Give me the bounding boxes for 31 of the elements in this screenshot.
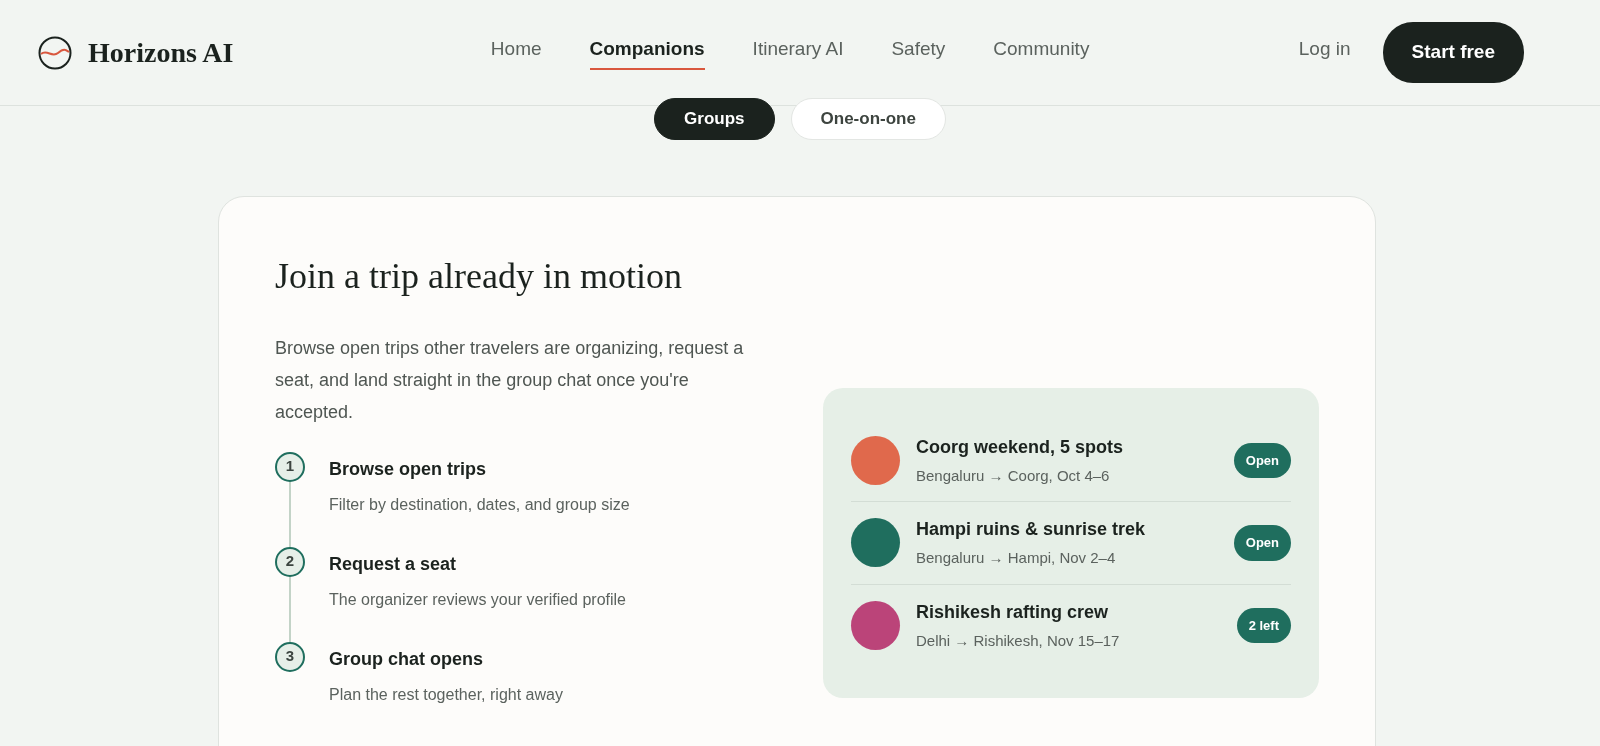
step-title: Request a seat xyxy=(329,552,458,576)
trip-route: Bengaluru → Coorg, Oct 4–6 xyxy=(916,465,1111,486)
nav-link[interactable]: Itinerary AI xyxy=(752,35,844,70)
step-title: Browse open trips xyxy=(329,457,488,481)
step-description: Plan the rest together, right away xyxy=(329,684,563,705)
nav-link[interactable]: Home xyxy=(490,35,542,70)
trip-status: Open xyxy=(1233,442,1291,479)
start-free-button[interactable]: Start free xyxy=(1382,22,1524,83)
trip-route: Bengaluru → Hampi, Nov 2–4 xyxy=(916,548,1117,569)
mode-tab[interactable]: One-on-one xyxy=(790,98,946,140)
nav-link[interactable]: Companions xyxy=(589,35,705,70)
mode-tab[interactable]: Groups xyxy=(654,98,775,140)
brand-name[interactable]: Horizons AI xyxy=(88,31,234,74)
step-description: The organizer reviews your verified profile xyxy=(329,589,626,610)
trip-route: Delhi → Rishikesh, Nov 15–17 xyxy=(916,630,1121,651)
login-link[interactable]: Log in xyxy=(1298,35,1351,70)
trip-status: 2 left xyxy=(1236,607,1291,644)
logo-icon xyxy=(38,35,72,70)
trip-title: Coorg weekend, 5 spots xyxy=(916,435,1125,459)
step-number: 1 xyxy=(275,451,305,482)
step-number: 3 xyxy=(275,641,305,672)
trip-status: Open xyxy=(1233,525,1291,561)
trip-title: Hampi ruins & sunrise trek xyxy=(916,518,1147,542)
step-description: Filter by destination, dates, and group size xyxy=(329,494,630,515)
trip-title: Rishikesh rafting crew xyxy=(916,600,1110,624)
step-title: Group chat opens xyxy=(329,647,484,671)
nav-link[interactable]: Community xyxy=(993,35,1090,70)
nav-link[interactable]: Safety xyxy=(891,35,946,70)
section-title: Join a trip already in motion xyxy=(275,254,683,298)
section-description: Browse open trips other travelers are organizing, request a seat, and land straight in the group chat once you're accepted. xyxy=(275,336,745,424)
step-number: 2 xyxy=(275,546,305,577)
